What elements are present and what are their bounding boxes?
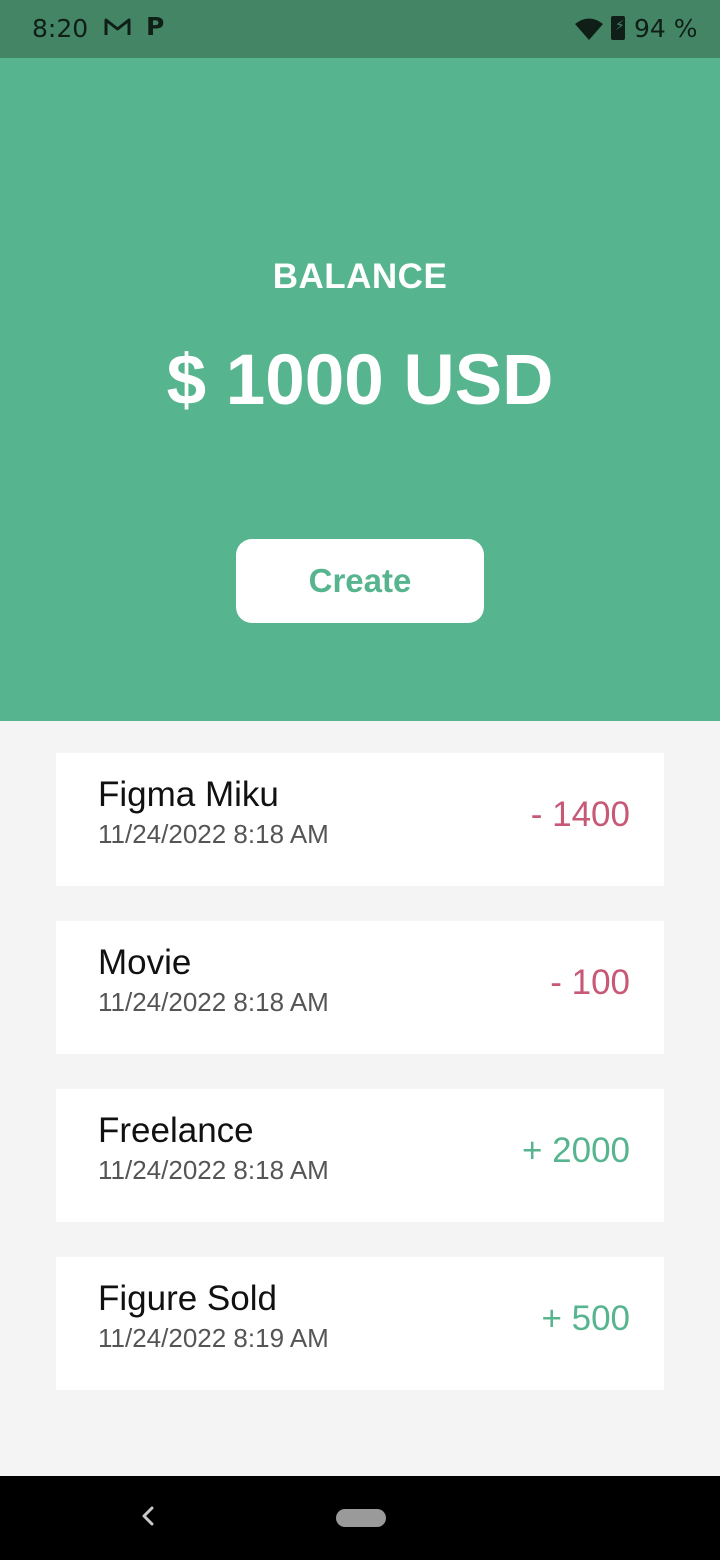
transaction-amount: + 500 — [541, 1299, 630, 1338]
transaction-date: 11/24/2022 8:19 AM — [98, 1323, 329, 1353]
transaction-amount: - 1400 — [530, 795, 630, 834]
transaction-list: Figma Miku 11/24/2022 8:18 AM - 1400 Mov… — [56, 753, 664, 1425]
transaction-name: Movie — [98, 943, 192, 982]
transaction-amount: + 2000 — [521, 1131, 630, 1170]
create-button[interactable]: Create — [236, 539, 484, 623]
transaction-name: Freelance — [98, 1111, 254, 1150]
battery-charging-icon: ⚡ — [615, 18, 625, 34]
home-pill[interactable] — [336, 1509, 386, 1527]
transaction-date: 11/24/2022 8:18 AM — [98, 819, 329, 849]
transaction-card[interactable]: Figma Miku 11/24/2022 8:18 AM - 1400 — [56, 753, 664, 886]
gmail-icon — [104, 18, 131, 35]
transaction-name: Figure Sold — [98, 1279, 277, 1318]
balance-label: BALANCE — [272, 257, 448, 296]
back-icon[interactable] — [136, 1496, 160, 1536]
transaction-amount: - 100 — [550, 963, 630, 1002]
transaction-date: 11/24/2022 8:18 AM — [98, 987, 329, 1017]
status-time: 8:20 — [32, 14, 89, 43]
navigation-bar — [0, 1476, 720, 1560]
transaction-card[interactable]: Freelance 11/24/2022 8:18 AM + 2000 — [56, 1089, 664, 1222]
transaction-card[interactable]: Movie 11/24/2022 8:18 AM - 100 — [56, 921, 664, 1054]
balance-header: BALANCE $ 1000 USD Create — [0, 58, 720, 721]
transaction-date: 11/24/2022 8:18 AM — [98, 1155, 329, 1185]
transaction-name: Figma Miku — [98, 775, 279, 814]
wifi-icon — [575, 18, 603, 40]
paypal-icon: P — [146, 12, 165, 41]
balance-amount: $ 1000 USD — [166, 341, 554, 420]
transaction-card[interactable]: Figure Sold 11/24/2022 8:19 AM + 500 — [56, 1257, 664, 1390]
status-bar: 8:20 P ⚡ 94 % — [0, 0, 720, 58]
battery-percent: 94 % — [634, 14, 698, 43]
